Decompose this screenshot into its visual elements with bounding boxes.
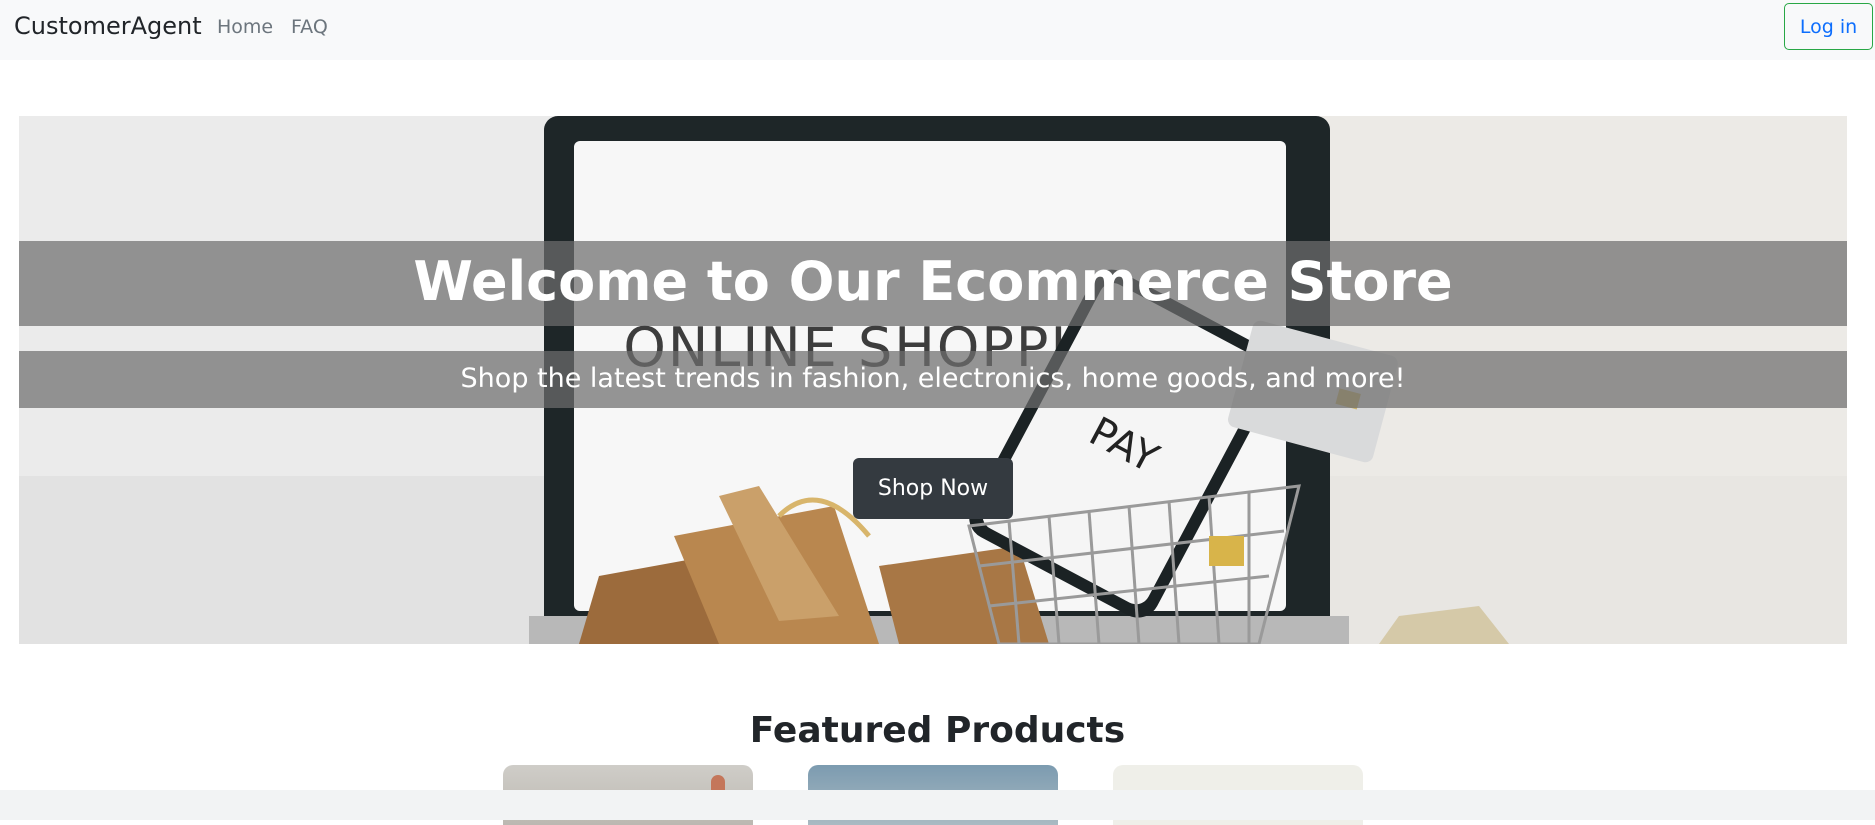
- nav-link-home[interactable]: Home: [217, 16, 273, 38]
- nav-link-faq[interactable]: FAQ: [291, 16, 328, 38]
- top-navbar: CustomerAgent Home FAQ Log in: [0, 0, 1875, 60]
- footer: [0, 790, 1875, 820]
- featured-products-title: Featured Products: [749, 710, 1126, 751]
- shop-now-button[interactable]: Shop Now: [853, 458, 1013, 519]
- brand-logo[interactable]: CustomerAgent: [14, 12, 202, 40]
- hero-subtitle: Shop the latest trends in fashion, elect…: [460, 363, 1406, 394]
- login-button[interactable]: Log in: [1784, 3, 1873, 50]
- hero-title: Welcome to Our Ecommerce Store: [413, 250, 1453, 313]
- hero-banner: ONLINE SHOPPING PAY Welcome to Our Ecomm…: [19, 116, 1847, 644]
